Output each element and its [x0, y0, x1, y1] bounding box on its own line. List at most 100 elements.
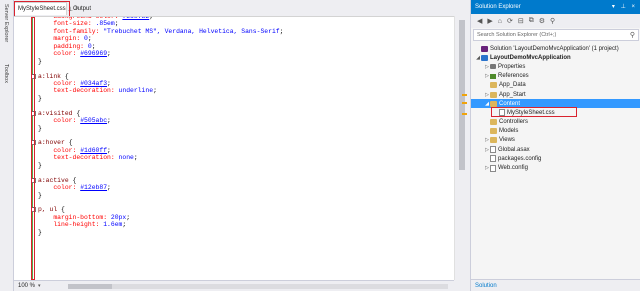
tree-item[interactable]: packages.config	[471, 154, 640, 163]
code-line[interactable]	[32, 266, 283, 273]
tree-item-label: Web.config	[498, 165, 528, 172]
code-editor[interactable]: background-color: #5c87b2; font-size: .8…	[14, 16, 454, 280]
code-line[interactable]: − a:visited {	[31, 110, 283, 117]
tree-item[interactable]: ▷ Properties	[471, 62, 640, 71]
collapse-all-icon[interactable]: ⊟	[518, 17, 524, 25]
code-line[interactable]	[32, 244, 283, 251]
chevron-down-icon[interactable]: ▾	[38, 283, 41, 289]
folder-icon	[490, 100, 497, 107]
folder-icon	[490, 82, 497, 89]
tree-item[interactable]: Controllers	[471, 118, 640, 127]
code-line[interactable]: }	[32, 125, 283, 132]
collapse-icon[interactable]: −	[31, 207, 36, 213]
code-line[interactable]: − a:hover {	[31, 139, 283, 146]
code-line[interactable]: padding: 0;	[32, 43, 283, 50]
document-tab-bar: MyStyleSheet.css ⊥ × Output	[14, 0, 468, 16]
code-line[interactable]: line-height: 1.6em;	[32, 221, 283, 228]
code-text: margin: 0;	[38, 35, 91, 43]
code-token: }	[38, 228, 42, 236]
code-line[interactable]	[32, 273, 283, 280]
toolbox-tab[interactable]: Toolbox	[3, 64, 9, 83]
code-token: color:	[38, 50, 81, 58]
code-token: #034af3	[80, 79, 108, 87]
refresh-icon[interactable]: ⟳	[507, 17, 513, 25]
code-line[interactable]: − a:active {	[31, 177, 283, 184]
tree-item[interactable]: ◢ Content	[471, 99, 640, 109]
tab-output[interactable]: Output	[70, 2, 100, 15]
properties-icon[interactable]: ⚙	[539, 17, 545, 25]
code-line[interactable]	[32, 251, 283, 258]
code-text: font-size: .85em;	[38, 20, 118, 27]
tree-item[interactable]: ◢ LayoutDemoMvcApplication	[471, 53, 640, 62]
code-line[interactable]: }	[32, 162, 283, 169]
code-line[interactable]: color: #034af3;	[32, 80, 283, 87]
left-tool-strip: Server Explorer Toolbox	[0, 0, 14, 291]
code-line[interactable]: color: #12eb87;	[32, 184, 283, 191]
tree-item-label: Controllers	[499, 119, 529, 126]
code-line[interactable]: − a:link {	[31, 73, 283, 80]
code-line[interactable]	[32, 102, 283, 109]
folder-icon	[490, 137, 497, 144]
code-line[interactable]: color: #505abc;	[32, 117, 283, 124]
code-text: text-decoration: none;	[38, 154, 137, 161]
tree-item[interactable]: App_Data	[471, 81, 640, 90]
code-line[interactable]	[32, 132, 283, 139]
forward-icon[interactable]: ▶	[487, 17, 492, 25]
code-token: ;	[126, 213, 131, 221]
code-line[interactable]: }	[32, 192, 283, 199]
back-icon[interactable]: ◀	[477, 17, 482, 25]
code-line[interactable]: font-size: .85em;	[32, 20, 283, 27]
collapse-icon[interactable]: −	[31, 140, 36, 146]
code-line[interactable]: }	[32, 58, 283, 65]
tree-item[interactable]: ▷ Global.asax	[471, 145, 640, 154]
collapse-icon[interactable]: −	[31, 110, 36, 116]
panel-title: Solution Explorer	[475, 4, 521, 10]
code-line[interactable]: }	[32, 229, 283, 236]
bottom-tab-label: Solution	[475, 282, 497, 289]
search-input[interactable]: Search Solution Explorer (Ctrl+;) ⚲	[473, 29, 639, 41]
home-icon[interactable]: ⌂	[498, 18, 502, 25]
code-line[interactable]	[32, 236, 283, 243]
code-line[interactable]: margin-bottom: 20px;	[32, 214, 283, 221]
tree-item[interactable]: ▷ Views	[471, 136, 640, 145]
code-line[interactable]: font-family: "Trebuchet MS", Verdana, He…	[32, 28, 283, 35]
tree-item[interactable]: ▷ App_Start	[471, 90, 640, 99]
code-line[interactable]: color: #1d60ff;	[32, 147, 283, 154]
code-line[interactable]: text-decoration: underline;	[32, 87, 283, 94]
code-line[interactable]: text-decoration: none;	[32, 154, 283, 161]
code-token: margin:	[38, 35, 85, 43]
horizontal-scrollbar[interactable]	[68, 284, 448, 289]
vertical-scrollbar[interactable]	[454, 16, 468, 280]
search-icon[interactable]: ⚲	[550, 17, 555, 25]
zoom-level[interactable]: 100 %	[18, 283, 35, 289]
bottom-tab-solution[interactable]: Solution	[471, 279, 640, 291]
file-icon	[490, 146, 496, 154]
code-line[interactable]: − p, ul {	[31, 206, 283, 213]
scroll-thumb[interactable]	[68, 284, 112, 289]
tree-item[interactable]: MyStyleSheet.css	[471, 107, 640, 118]
code-token: color:	[38, 146, 81, 154]
code-line[interactable]	[32, 199, 283, 206]
code-line[interactable]: }	[32, 95, 283, 102]
tree-item-label: Models	[499, 128, 519, 135]
collapse-icon[interactable]: −	[31, 177, 36, 183]
change-mark	[462, 102, 467, 104]
tab-mystylesheet[interactable]: MyStyleSheet.css ⊥ ×	[14, 2, 78, 15]
panel-controls[interactable]: ▾ ⊥ ×	[612, 3, 637, 10]
search-icon[interactable]: ⚲	[630, 31, 635, 39]
server-explorer-tab[interactable]: Server Explorer	[3, 4, 9, 42]
code-line[interactable]: color: #696969;	[32, 50, 283, 57]
copy-icon[interactable]: ⧉	[529, 17, 534, 25]
tree-item[interactable]: ▷ Web.config	[471, 163, 640, 172]
collapse-icon[interactable]: −	[31, 73, 36, 79]
tree-item[interactable]: Solution 'LayoutDemoMvcApplication' (1 p…	[471, 44, 640, 53]
tree-item[interactable]: Models	[471, 127, 640, 136]
code-text: }	[38, 58, 42, 65]
code-token: ;	[107, 79, 111, 87]
code-line[interactable]	[32, 258, 283, 265]
code-text: background-color: #5c87b2;	[38, 17, 153, 20]
code-line[interactable]	[32, 65, 283, 72]
code-line[interactable]	[32, 169, 283, 176]
code-line[interactable]: margin: 0;	[32, 35, 283, 42]
tree-item[interactable]: ▷ References	[471, 72, 640, 81]
